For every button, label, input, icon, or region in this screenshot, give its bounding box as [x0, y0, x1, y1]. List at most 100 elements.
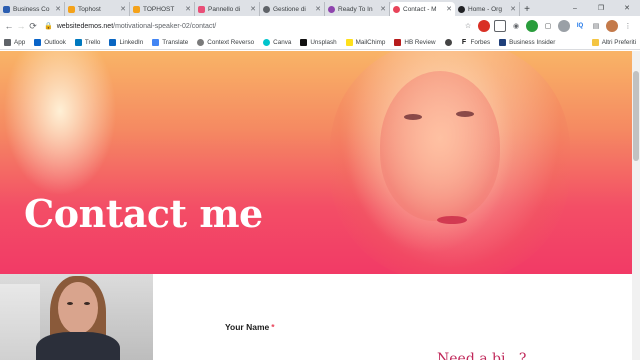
tab-close-icon[interactable]: ✕ [446, 5, 452, 13]
menu-icon[interactable]: ⋮ [622, 20, 634, 32]
tab-favicon-icon [328, 5, 335, 13]
extension-icon[interactable]: ▤ [590, 20, 602, 32]
extension-gray-icon[interactable] [558, 20, 570, 32]
bookmarks-bar: App Outlook Trello LinkedIn Translate Co… [0, 36, 640, 50]
globe-icon [444, 39, 452, 46]
page-scrollbar[interactable] [632, 51, 640, 360]
tab-close-icon[interactable]: ✕ [315, 5, 321, 13]
scrollbar-thumb[interactable] [633, 71, 639, 161]
webcam-person-eye [84, 302, 90, 305]
hero-banner: Contact me [0, 51, 632, 274]
tab-contact[interactable]: Contact - M ✕ [390, 2, 455, 16]
bookmark-label: App [14, 39, 26, 46]
minimize-button[interactable]: – [562, 0, 588, 16]
bookmark-other-folder[interactable]: Altri Preferiti [591, 39, 636, 46]
url-path: /motivational-speaker-02/contact/ [113, 22, 217, 30]
bookmark-mailchimp[interactable]: MailChimp [345, 39, 385, 46]
tab-close-icon[interactable]: ✕ [185, 5, 191, 13]
web-page: Contact me Your Name * Need a bi...? [0, 51, 640, 360]
apps-grid-icon [4, 39, 11, 46]
extension-icon[interactable] [494, 20, 506, 32]
bookmark-globe[interactable] [444, 39, 455, 46]
canva-icon [263, 39, 271, 46]
url-domain: websitedemos.net [56, 22, 114, 30]
bookmark-business-insider[interactable]: Business Insider [499, 39, 555, 46]
extension-green-icon[interactable] [526, 20, 538, 32]
extension-icon[interactable]: ◉ [510, 20, 522, 32]
tab-tophost[interactable]: Tophost ✕ [65, 2, 130, 16]
name-label-text: Your Name [225, 322, 270, 332]
bookmark-translate[interactable]: Translate [152, 39, 188, 46]
hero-photo-mouth [437, 216, 467, 224]
tab-close-icon[interactable]: ✕ [380, 5, 386, 13]
reload-button[interactable]: ⟳ [28, 19, 38, 33]
bookmark-hb-review[interactable]: HB Review [394, 39, 436, 46]
webcam-overlay [0, 274, 153, 360]
unsplash-icon [300, 39, 308, 46]
tab-title: Pannello di [208, 5, 241, 13]
bookmark-unsplash[interactable]: Unsplash [300, 39, 337, 46]
section-heading-partial: Need a bi...? [437, 351, 527, 360]
close-window-button[interactable]: ✕ [614, 0, 640, 16]
browser-window: Business Co ✕ Tophost ✕ TOPHOST ✕ Pannel… [0, 0, 640, 360]
hero-photo-face [380, 71, 500, 221]
tab-title: Tophost [78, 5, 101, 13]
bookmark-context-reverso[interactable]: Context Reverso [197, 39, 254, 46]
tab-close-icon[interactable]: ✕ [250, 5, 256, 13]
lock-icon: 🔒 [44, 23, 53, 30]
tab-close-icon[interactable]: ✕ [55, 5, 61, 13]
webcam-background [0, 284, 40, 360]
bookmark-label: LinkedIn [119, 39, 144, 46]
bookmark-linkedin[interactable]: LinkedIn [109, 39, 143, 46]
hero-photo-eye [404, 114, 422, 120]
bookmark-label: Business Insider [509, 39, 556, 46]
bookmark-forbes[interactable]: F Forbes [460, 39, 490, 46]
new-tab-button[interactable]: + [520, 2, 534, 16]
forward-button[interactable]: → [16, 19, 26, 33]
tab-home[interactable]: Home - Org ✕ [455, 2, 520, 16]
maximize-button[interactable]: ❐ [588, 0, 614, 16]
tab-title: Contact - M [403, 5, 437, 13]
window-controls: – ❐ ✕ [562, 0, 640, 16]
bookmark-app[interactable]: App [4, 39, 25, 46]
name-field-label: Your Name * [225, 322, 275, 332]
star-icon[interactable]: ☆ [462, 20, 474, 32]
tab-favicon-icon [393, 5, 400, 13]
bookmark-label: Outlook [44, 39, 66, 46]
folder-icon [591, 39, 599, 46]
extension-red-icon[interactable] [478, 20, 490, 32]
tab-pannello[interactable]: Pannello di ✕ [195, 2, 260, 16]
forbes-icon: F [460, 39, 468, 46]
bookmark-canva[interactable]: Canva [263, 39, 291, 46]
tab-close-icon[interactable]: ✕ [120, 5, 126, 13]
tab-favicon-icon [198, 5, 205, 13]
trello-icon [74, 39, 82, 46]
bookmark-label: Context Reverso [207, 39, 255, 46]
back-button[interactable]: ← [4, 19, 14, 33]
bookmark-outlook[interactable]: Outlook [34, 39, 66, 46]
tab-ready-to[interactable]: Ready To In ✕ [325, 2, 390, 16]
tab-favicon-icon [133, 5, 140, 13]
linkedin-icon [109, 39, 117, 46]
tab-favicon-icon [68, 5, 75, 13]
tab-business-co[interactable]: Business Co ✕ [0, 2, 65, 16]
tab-title: Ready To In [338, 5, 373, 13]
tab-tophost-2[interactable]: TOPHOST ✕ [130, 2, 195, 16]
extension-icon[interactable]: ▢ [542, 20, 554, 32]
tab-gestione[interactable]: Gestione di ✕ [260, 2, 325, 16]
tab-close-icon[interactable]: ✕ [510, 5, 516, 13]
bookmark-trello[interactable]: Trello [74, 39, 100, 46]
hbr-icon [394, 39, 402, 46]
webcam-person-body [36, 332, 120, 360]
extension-iq-icon[interactable]: IQ [574, 20, 586, 32]
tab-favicon-icon [458, 5, 465, 13]
mailchimp-icon [345, 39, 353, 46]
required-mark: * [271, 322, 275, 332]
profile-avatar[interactable] [606, 20, 618, 32]
bookmark-label: Translate [162, 39, 189, 46]
bookmark-label: Canva [273, 39, 292, 46]
tab-strip: Business Co ✕ Tophost ✕ TOPHOST ✕ Pannel… [0, 0, 640, 16]
bookmark-label: Altri Preferiti [601, 39, 636, 46]
translate-icon [152, 39, 160, 46]
address-bar[interactable]: 🔒 websitedemos.net/motivational-speaker-… [40, 19, 460, 33]
